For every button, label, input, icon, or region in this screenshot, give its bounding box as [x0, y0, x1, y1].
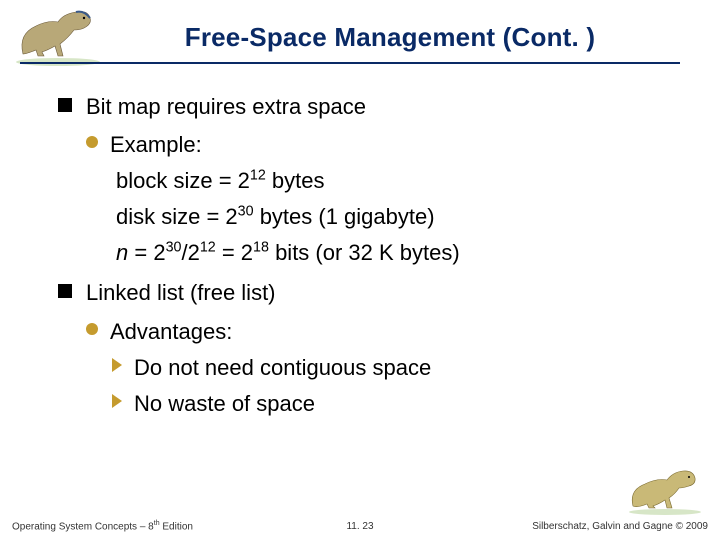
text: bits (or 32 K bytes): [269, 240, 460, 265]
text: = 2: [128, 240, 165, 265]
title-underline: [20, 62, 680, 64]
slide-content: Bit map requires extra space Example: bl…: [58, 90, 680, 421]
line-n-formula: n = 230/212 = 218 bits (or 32 K bytes): [112, 236, 680, 270]
text: disk size = 2: [116, 204, 238, 229]
bullet-advantages: Advantages:: [86, 315, 680, 349]
bullet-text: Bit map requires extra space: [86, 94, 366, 119]
exponent: 18: [253, 240, 269, 256]
text: bytes (1 gigabyte): [254, 204, 435, 229]
bullet-example: Example:: [86, 128, 680, 162]
bullet-text: Advantages:: [110, 319, 232, 344]
bullet-adv-contiguous: Do not need contiguous space: [112, 351, 680, 385]
footer-right: Silberschatz, Galvin and Gagne © 2009: [532, 521, 708, 532]
bullet-bitmap: Bit map requires extra space: [58, 90, 680, 124]
bullet-text: Example:: [110, 132, 202, 157]
slide: Free-Space Management (Cont. ) Bit map r…: [0, 0, 720, 540]
exponent: 12: [250, 168, 266, 184]
title-text: Free-Space Management (Cont. ): [185, 22, 596, 52]
var-n: n: [116, 240, 128, 265]
slide-number: 11. 23: [346, 521, 373, 532]
bullet-text: No waste of space: [134, 391, 315, 416]
line-block-size: block size = 212 bytes: [112, 164, 680, 198]
dinosaur-icon: [8, 4, 108, 66]
copyright: Silberschatz, Galvin and Gagne © 2009: [532, 521, 708, 532]
bullet-linked-list: Linked list (free list): [58, 276, 680, 310]
text: block size = 2: [116, 168, 250, 193]
bullet-text: Linked list (free list): [86, 280, 276, 305]
text: = 2: [216, 240, 253, 265]
line-disk-size: disk size = 230 bytes (1 gigabyte): [112, 200, 680, 234]
dinosaur-icon: [623, 466, 708, 516]
bullet-adv-nowaste: No waste of space: [112, 387, 680, 421]
text: bytes: [266, 168, 325, 193]
slide-title: Free-Space Management (Cont. ): [110, 22, 670, 53]
exponent: 30: [166, 240, 182, 256]
text: /2: [181, 240, 199, 265]
bullet-text: Do not need contiguous space: [134, 355, 431, 380]
exponent: 12: [200, 240, 216, 256]
exponent: 30: [238, 204, 254, 220]
